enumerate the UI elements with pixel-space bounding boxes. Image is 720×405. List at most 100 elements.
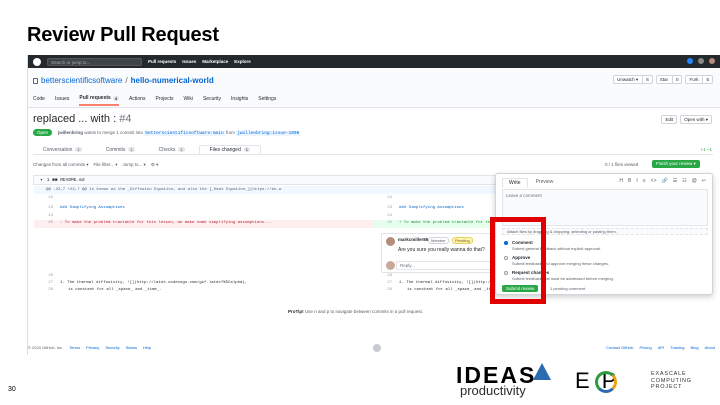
tab-pull-requests[interactable]: Pull requests 4 [79,95,120,106]
tab-files-changed[interactable]: Files changed 1 [198,145,261,154]
repo-tabs: Code Issues Pull requests 4 Actions Proje… [33,95,276,106]
footer-link-about[interactable]: About [705,345,715,350]
line-number[interactable]: 24 [34,213,56,220]
mention-icon[interactable]: @ [692,178,697,184]
line-number[interactable]: 22 [373,195,395,202]
nav-issues[interactable]: Issues [182,59,196,64]
tab-checks[interactable]: Checks 1 [149,145,195,154]
line-number[interactable]: 25 [34,220,56,227]
tab-commits[interactable]: Commits 1 [96,145,145,154]
line-number[interactable]: 26 [34,273,56,280]
repo-bar: betterscientificsoftware / hello-numeric… [28,68,720,108]
comment-author[interactable]: markcmiller86 [398,237,428,242]
unwatch-button[interactable]: Unwatch ▾ 6 [613,75,653,84]
base-branch[interactable]: betterscientificsoftware:main [144,131,225,136]
edit-button[interactable]: Edit [661,115,678,124]
tab-checks-label: Checks [158,146,176,153]
tab-insights[interactable]: Insights [231,95,248,106]
chevron-down-icon[interactable]: ▾ [40,178,43,183]
tab-conversation[interactable]: Conversation 1 [33,145,92,154]
line-number[interactable]: 23 [34,205,56,212]
settings-dropdown[interactable]: ⚙ ▾ [151,162,159,168]
line-number[interactable]: 23 [373,205,395,212]
github-footer-logo-icon[interactable] [373,344,381,352]
tab-code[interactable]: Code [33,95,45,106]
tab-insights-label: Insights [231,96,249,102]
diff-left: 28 is constant for all _space_ and _time_… [34,287,373,294]
head-branch[interactable]: jwillenbring:issue-1000 [236,131,301,136]
nav-pull-requests[interactable]: Pull requests [148,59,176,64]
tab-issues[interactable]: Issues [55,95,69,106]
notification-icon[interactable] [687,58,693,64]
line-number[interactable]: 26 [373,273,395,280]
star-button[interactable]: Star 0 [655,75,683,84]
tab-projects[interactable]: Projects [155,95,173,106]
tab-conversation-label: Conversation [43,146,73,153]
star-count: 0 [671,76,678,83]
tab-security[interactable]: Security [203,95,221,106]
tab-preview[interactable]: Preview [530,178,560,188]
footer-link-privacy[interactable]: Privacy [86,345,99,350]
fork-button[interactable]: Fork 5 [685,75,713,84]
user-avatar[interactable] [709,58,715,64]
line-number[interactable]: 22 [34,195,56,202]
github-screenshot: Search or jump to... Pull requests Issue… [27,55,720,355]
plus-icon[interactable] [698,58,704,64]
tab-wiki[interactable]: Wiki [184,95,193,106]
footer-link-contact[interactable]: Contact GitHub [606,345,633,350]
open-with-button[interactable]: Open with ▾ [680,115,712,124]
copyright: © 2020 GitHub, Inc. [28,345,64,350]
bold-icon[interactable]: B [628,178,631,184]
finish-review-button[interactable]: Finish your review ▾ [652,160,700,168]
comment-text: Are you sure you really wanna do that? [398,247,485,253]
footer-link-training[interactable]: Training [670,345,684,350]
tab-settings[interactable]: Settings [258,95,276,106]
tab-issues-label: Issues [54,96,70,102]
link-icon[interactable]: 🔗 [662,178,668,184]
line-number[interactable]: 28 [373,287,395,294]
footer-link-api[interactable]: API [658,345,664,350]
footer-link-help[interactable]: Help [143,345,151,350]
changes-from-dropdown[interactable]: Changes from all commits ▾ [33,162,89,168]
tab-actions[interactable]: Actions [129,95,145,106]
file-filter-dropdown[interactable]: File filter... ▾ [94,162,118,168]
ideas-logo-sub: productivity [460,383,526,398]
footer-link-blog[interactable]: Blog [691,345,699,350]
tab-files-changed-label: Files changed [209,146,241,153]
code-line: - To make the problem tractable for this… [60,221,272,225]
line-number[interactable]: 25 [373,220,395,227]
tab-write[interactable]: Write [502,178,528,188]
nav-marketplace[interactable]: Marketplace [202,59,228,64]
diff-left: 24 [34,213,373,220]
footer: © 2020 GitHub, Inc. Terms Privacy Securi… [28,344,720,353]
github-logo-icon[interactable] [33,57,41,66]
footer-link-terms[interactable]: Terms [69,345,80,350]
jump-to-dropdown[interactable]: Jump to... ▾ [123,162,146,168]
footer-link-security[interactable]: Security [105,345,119,350]
review-editor-tabs: Write Preview [502,178,559,188]
avatar [386,261,395,270]
line-number[interactable]: 27 [34,280,56,287]
bullet-list-icon[interactable]: ☰ [673,178,677,184]
numbered-list-icon[interactable]: ☷ [682,178,686,184]
footer-link-pricing[interactable]: Pricing [640,345,652,350]
pr-title-text: replaced ... with : [33,113,117,125]
quote-icon[interactable]: ≡ [643,178,646,184]
repo-owner-link[interactable]: betterscientificsoftware [41,76,122,85]
repo-name-link[interactable]: hello-numerical-world [131,76,214,85]
repo-actions: Unwatch ▾ 6 Star 0 Fork 5 [613,75,713,84]
files-toolbar: Changes from all commits ▾ File filter..… [33,162,158,168]
line-number[interactable]: 27 [373,280,395,287]
pr-author[interactable]: jwillenbring [58,130,83,135]
footer-link-status[interactable]: Status [126,345,137,350]
ecp-logo: E P EXASCALE COMPUTING PROJECT [575,368,700,400]
heading-icon[interactable]: H [619,178,623,184]
file-header-text[interactable]: 1 ■■ README.md [47,178,85,183]
code-icon[interactable]: <> [651,178,657,184]
line-number[interactable]: 28 [34,287,56,294]
reply-icon[interactable]: ↩ [702,178,706,184]
line-number[interactable]: 24 [373,213,395,220]
italic-icon[interactable]: I [636,178,637,184]
search-input[interactable]: Search or jump to... [47,57,142,66]
nav-explore[interactable]: Explore [234,59,251,64]
